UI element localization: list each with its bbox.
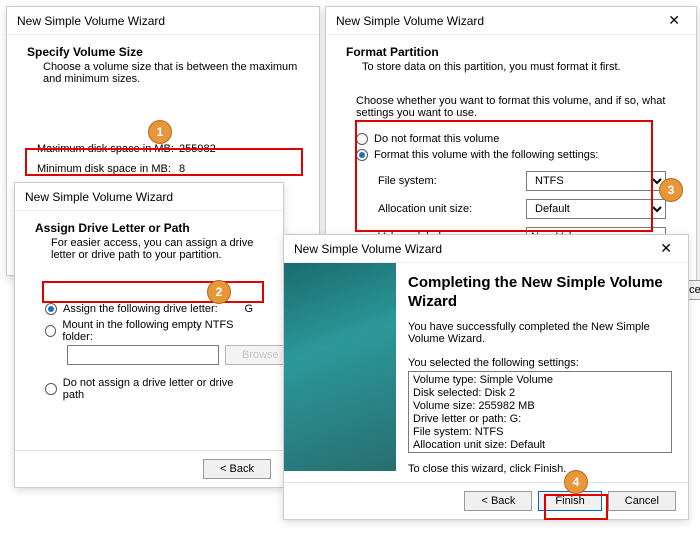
wizard-drive-window: New Simple Volume Wizard Assign Drive Le… [14, 182, 284, 488]
step-heading: Specify Volume Size [27, 45, 299, 59]
titlebar: New Simple Volume Wizard ✕ [326, 7, 696, 35]
alloc-label: Allocation unit size: [378, 203, 526, 215]
heading-area: Format Partition To store data on this p… [326, 35, 696, 83]
wizard-sidebar-graphic [284, 263, 396, 471]
back-button[interactable]: < Back [464, 491, 532, 511]
alloc-select[interactable]: Default [526, 199, 666, 219]
finish-button[interactable]: Finish [538, 491, 601, 511]
radio-icon [356, 149, 368, 161]
heading-area: Specify Volume Size Choose a volume size… [7, 35, 319, 95]
window-title: New Simple Volume Wizard [336, 14, 484, 28]
complete-msg2: You selected the following settings: [408, 357, 672, 371]
button-bar: < Back Finish Cancel [284, 482, 688, 519]
heading-area: Assign Drive Letter or Path For easier a… [15, 211, 283, 271]
mount-path-input [67, 345, 219, 365]
radio-label: Do not format this volume [374, 133, 499, 145]
window-title: New Simple Volume Wizard [17, 14, 165, 28]
step-subtext: For easier access, you can assign a driv… [51, 237, 263, 261]
complete-content: Completing the New Simple Volume Wizard … [408, 273, 672, 471]
titlebar: New Simple Volume Wizard ✕ [284, 235, 688, 263]
complete-heading: Completing the New Simple Volume Wizard [408, 273, 672, 311]
format-prompt: Choose whether you want to format this v… [356, 95, 666, 121]
radio-no-format[interactable]: Do not format this volume [356, 131, 666, 147]
drive-content: Assign the following drive letter: G Mou… [15, 271, 283, 423]
max-space-value: 255982 [179, 143, 289, 155]
step-subtext: Choose a volume size that is between the… [43, 61, 299, 85]
step-heading: Assign Drive Letter or Path [35, 221, 263, 235]
titlebar: New Simple Volume Wizard [15, 183, 283, 211]
radio-icon [45, 303, 57, 315]
close-icon[interactable]: ✕ [662, 12, 686, 29]
wizard-complete-window: New Simple Volume Wizard ✕ Completing th… [283, 234, 689, 520]
radio-mount-folder[interactable]: Mount in the following empty NTFS folder… [45, 317, 253, 345]
radio-icon [45, 383, 57, 395]
step-heading: Format Partition [346, 45, 676, 59]
radio-label: Format this volume with the following se… [374, 149, 598, 161]
cancel-button[interactable]: Cancel [608, 491, 676, 511]
radio-label: Mount in the following empty NTFS folder… [62, 319, 253, 343]
min-space-label: Minimum disk space in MB: [37, 163, 179, 175]
step-subtext: To store data on this partition, you mus… [362, 61, 676, 73]
radio-format[interactable]: Format this volume with the following se… [356, 147, 666, 163]
radio-label: Assign the following drive letter: [63, 303, 218, 315]
settings-summary: Volume type: Simple Volume Disk selected… [408, 371, 672, 453]
radio-icon [45, 325, 56, 337]
min-space-value: 8 [179, 163, 289, 175]
radio-no-assign[interactable]: Do not assign a drive letter or drive pa… [45, 375, 253, 403]
button-bar: < Back [15, 450, 283, 487]
radio-assign-letter[interactable]: Assign the following drive letter: G [45, 301, 253, 317]
back-button[interactable]: < Back [203, 459, 271, 479]
filesystem-label: File system: [378, 175, 526, 187]
window-title: New Simple Volume Wizard [25, 190, 173, 204]
close-icon[interactable]: ✕ [654, 240, 678, 257]
radio-icon [356, 133, 368, 145]
max-space-label: Maximum disk space in MB: [37, 143, 179, 155]
filesystem-select[interactable]: NTFS [526, 171, 666, 191]
titlebar: New Simple Volume Wizard [7, 7, 319, 35]
complete-msg1: You have successfully completed the New … [408, 321, 672, 347]
radio-label: Do not assign a drive letter or drive pa… [63, 377, 253, 401]
complete-msg3: To close this wizard, click Finish. [408, 463, 672, 477]
drive-letter-value: G [244, 303, 253, 315]
window-title: New Simple Volume Wizard [294, 242, 442, 256]
